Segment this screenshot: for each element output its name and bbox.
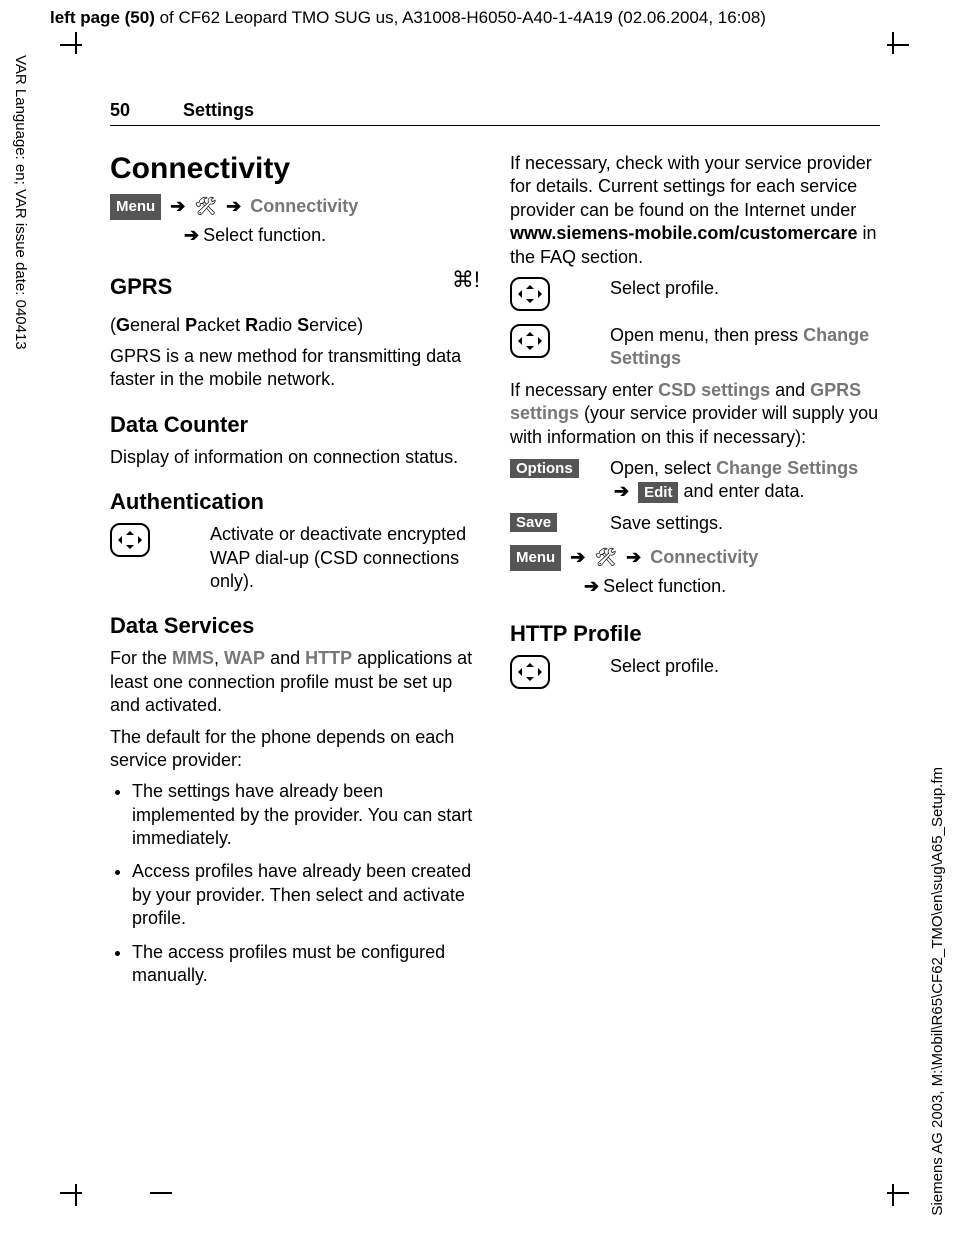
- page-title: Connectivity: [110, 152, 480, 186]
- left-column: Connectivity Menu ➔ 🛠 ➔ Connectivity ➔Se…: [110, 144, 480, 997]
- select-profile-text: Select profile.: [610, 277, 880, 300]
- save-text: Save settings.: [610, 512, 880, 535]
- options-softkey: Options: [510, 459, 579, 478]
- menu-softkey: Menu: [510, 545, 561, 571]
- right-column: If necessary, check with your service pr…: [510, 144, 880, 997]
- running-header: 50 Settings: [110, 100, 880, 126]
- csd-gprs-note: If necessary enter CSD settings and GPRS…: [510, 379, 880, 449]
- arrow-icon: ➔: [614, 480, 629, 503]
- crop-mark: [150, 1192, 172, 1194]
- datacounter-body: Display of information on connection sta…: [110, 446, 480, 469]
- menu-softkey: Menu: [110, 194, 161, 220]
- crop-mark: [75, 32, 77, 54]
- open-menu-text: Open menu, then press Change Settings: [610, 324, 880, 371]
- gprs-heading: GPRS: [110, 274, 172, 300]
- nav-connectivity: Connectivity: [250, 196, 358, 216]
- section-name: Settings: [183, 100, 254, 120]
- list-item: The settings have already been implement…: [132, 780, 480, 850]
- page-number: 50: [110, 100, 130, 120]
- arrow-icon: ➔: [170, 192, 185, 221]
- gprs-icon: ⌘!: [452, 267, 480, 293]
- page-content: 50 Settings Connectivity Menu ➔ 🛠 ➔ Conn…: [110, 100, 880, 997]
- arrow-icon: ➔: [184, 221, 199, 250]
- wrench-icon: 🛠: [594, 547, 617, 567]
- navkey-icon: [510, 277, 550, 311]
- crop-mark: [75, 1184, 77, 1206]
- auth-heading: Authentication: [110, 489, 480, 515]
- arrow-icon: ➔: [626, 543, 641, 572]
- edit-softkey: Edit: [638, 482, 678, 504]
- menu-path: Menu ➔ 🛠 ➔ Connectivity ➔Select function…: [110, 192, 480, 250]
- nav-connectivity: Connectivity: [650, 547, 758, 567]
- list-item: The access profiles must be configured m…: [132, 941, 480, 988]
- arrow-icon: ➔: [570, 543, 585, 572]
- http-profile-heading: HTTP Profile: [510, 621, 880, 647]
- doc-source-line: left page (50) of CF62 Leopard TMO SUG u…: [50, 8, 766, 28]
- crop-mark: [60, 44, 82, 46]
- navkey-icon: [110, 523, 150, 557]
- provider-info: If necessary, check with your service pr…: [510, 152, 880, 269]
- datacounter-heading: Data Counter: [110, 412, 480, 438]
- right-margin-note: Siemens AG 2003, M:\Mobil\R65\CF62_TMO\e…: [929, 767, 946, 1216]
- gprs-expansion: (General Packet Radio Service): [110, 314, 480, 337]
- options-instruction: Open, select Change Settings ➔ Edit and …: [610, 457, 880, 504]
- save-softkey: Save: [510, 513, 557, 532]
- dataservices-list: The settings have already been implement…: [110, 780, 480, 987]
- wrench-icon: 🛠: [194, 196, 217, 216]
- list-item: Access profiles have already been create…: [132, 860, 480, 930]
- auth-body: Activate or deactivate encrypted WAP dia…: [210, 523, 480, 593]
- arrow-icon: ➔: [226, 192, 241, 221]
- crop-mark: [60, 1192, 82, 1194]
- crop-mark: [887, 44, 909, 46]
- navkey-icon: [510, 324, 550, 358]
- dataservices-p2: The default for the phone depends on eac…: [110, 726, 480, 773]
- left-margin-note: VAR Language: en; VAR issue date: 040413: [12, 55, 29, 350]
- dataservices-p1: For the MMS, WAP and HTTP applications a…: [110, 647, 480, 717]
- navkey-icon: [510, 655, 550, 689]
- menu-path-2: Menu ➔ 🛠 ➔ Connectivity ➔Select function…: [510, 543, 880, 601]
- crop-mark: [892, 32, 894, 54]
- dataservices-heading: Data Services: [110, 613, 480, 639]
- arrow-icon: ➔: [584, 572, 599, 601]
- crop-mark: [892, 1184, 894, 1206]
- crop-mark: [887, 1192, 909, 1194]
- gprs-body: GPRS is a new method for transmitting da…: [110, 345, 480, 392]
- http-select-profile: Select profile.: [610, 655, 880, 678]
